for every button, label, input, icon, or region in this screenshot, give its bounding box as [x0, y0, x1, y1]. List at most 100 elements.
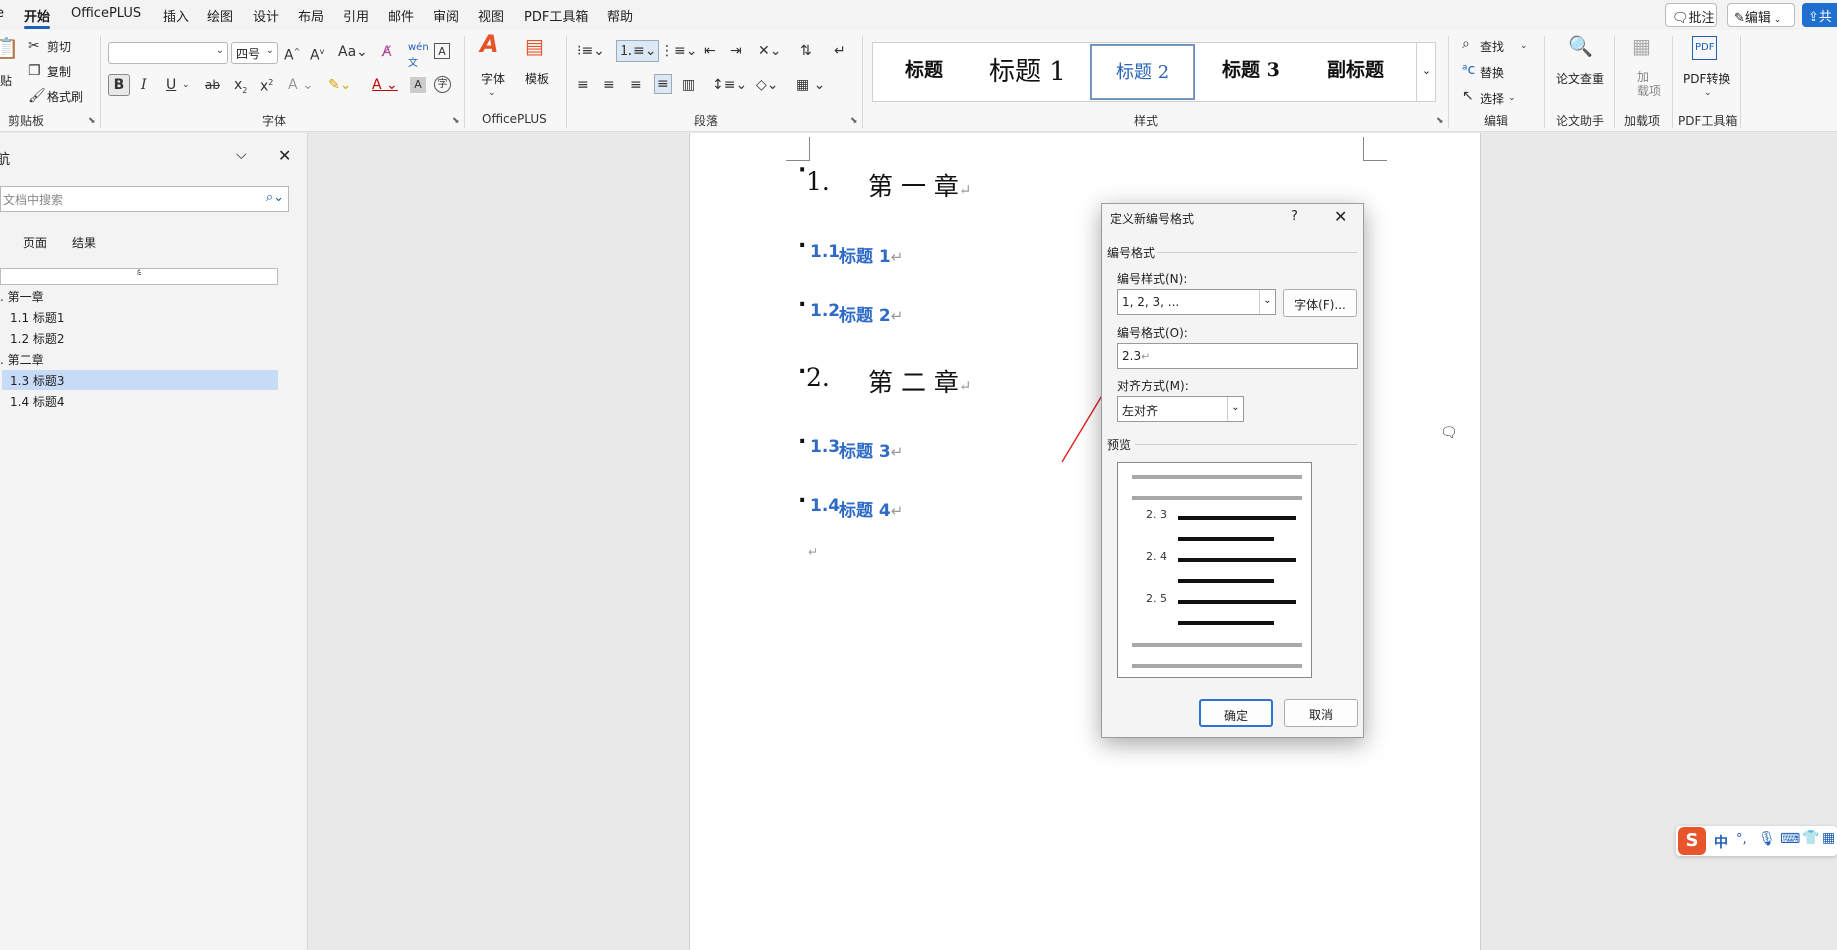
char-border-icon[interactable]: A — [434, 43, 450, 59]
align-right-icon[interactable]: ≡ — [630, 77, 642, 93]
keyboard-icon[interactable]: ⌨ — [1780, 831, 1800, 847]
dialog-launcher-icon[interactable]: ⬊ — [850, 116, 858, 126]
ime-language-toggle[interactable]: 中 — [1714, 832, 1728, 852]
tab-references[interactable]: 引用 — [343, 6, 369, 25]
multilevel-list-icon[interactable]: ⋮≡⌄ — [660, 43, 697, 59]
copy-icon[interactable]: ❐ — [28, 63, 41, 79]
cut-button[interactable]: 剪切 — [47, 38, 71, 55]
chevron-down-icon[interactable]: ⌄ — [488, 85, 496, 101]
heading-2-number[interactable]: 1.1 — [810, 242, 840, 262]
comments-button[interactable]: 🗨批注 — [1665, 3, 1717, 27]
addins-button[interactable]: 加 载项 — [1637, 70, 1661, 98]
subscript-icon[interactable]: x2 — [234, 77, 247, 99]
tab-review[interactable]: 审阅 — [433, 6, 459, 25]
pdf-icon[interactable]: PDF — [1692, 36, 1718, 60]
phonetic-guide-icon[interactable]: wén 文 — [408, 40, 429, 72]
char-shading-icon[interactable]: A — [410, 77, 426, 93]
italic-button[interactable]: I — [141, 77, 147, 93]
collapse-all-icon[interactable]: ⩯ — [0, 268, 278, 285]
distributed-icon[interactable]: ▥ — [682, 77, 695, 93]
nav-heading-item-selected[interactable]: 1.3 标题3 — [2, 370, 278, 390]
font-plus-icon[interactable]: A — [480, 32, 499, 56]
heading-2-text[interactable]: 标题 1↵ — [839, 242, 903, 267]
style-heading-2[interactable]: 标题 2 — [1089, 44, 1196, 100]
font-color-icon[interactable]: A ⌄ — [372, 77, 398, 93]
comment-anchor-icon[interactable]: 🗨 — [1440, 425, 1458, 441]
heading-1-text[interactable]: 第 一 章↵ — [868, 167, 971, 203]
shrink-font-icon[interactable]: Av — [310, 44, 324, 64]
nav-heading-item[interactable]: 1.1 标题1 — [10, 309, 65, 326]
cancel-button[interactable]: 取消 — [1284, 699, 1358, 727]
decrease-indent-icon[interactable]: ⇤ — [704, 43, 716, 59]
close-icon[interactable]: ✕ — [278, 146, 291, 165]
editing-mode-button[interactable]: ✎编辑 ⌄ — [1727, 3, 1795, 27]
heading-1-number[interactable]: 1. — [806, 167, 830, 196]
dialog-launcher-icon[interactable]: ⬊ — [452, 116, 460, 126]
format-painter-icon[interactable]: 🖌 — [28, 88, 46, 104]
template-button[interactable]: 模板 — [525, 70, 549, 87]
strikethrough-icon[interactable]: ab — [205, 77, 220, 93]
chevron-down-icon[interactable]: ⌄ — [1508, 90, 1516, 106]
tab-help[interactable]: 帮助 — [607, 6, 633, 25]
nav-heading-item[interactable]: 1.2 标题2 — [10, 330, 65, 347]
superscript-icon[interactable]: x2 — [260, 75, 273, 95]
bullets-icon[interactable]: ⁝≡⌄ — [577, 43, 605, 59]
tab-pages[interactable]: 页面 — [23, 234, 47, 251]
addins-icon[interactable]: ▦ — [1632, 36, 1651, 56]
alignment-select[interactable]: 左对齐 ⌄ — [1117, 396, 1244, 422]
align-center-icon[interactable]: ≡ — [603, 77, 615, 93]
tab-layout[interactable]: 布局 — [298, 6, 324, 25]
text-effects-icon[interactable]: A ⌄ — [288, 77, 314, 93]
tab-officeplus[interactable]: OfficePLUS — [71, 6, 141, 21]
borders-icon[interactable]: ▦ ⌄ — [796, 77, 825, 93]
empty-paragraph-mark[interactable]: ↵ — [808, 545, 818, 559]
heading-1-number[interactable]: 2. — [806, 363, 830, 392]
font-name-combo[interactable]: ⌄ — [108, 42, 228, 64]
style-title[interactable]: 标题 — [905, 55, 943, 82]
scissors-icon[interactable]: ✂ — [28, 38, 40, 54]
find-button[interactable]: 查找 — [1480, 38, 1504, 55]
replace-icon[interactable]: ᵃc — [1462, 62, 1475, 78]
tab-design[interactable]: 设计 — [253, 6, 279, 25]
dialog-launcher-icon[interactable]: ⬊ — [1436, 116, 1444, 126]
chevron-down-icon[interactable]: ⌄ — [1520, 38, 1528, 54]
skin-shirt-icon[interactable]: 👕 — [1802, 830, 1819, 846]
justify-icon[interactable]: ≡ — [654, 74, 672, 94]
highlighter-icon[interactable]: ✎⌄ — [328, 77, 351, 93]
enclose-char-icon[interactable]: 字 — [434, 76, 451, 93]
grow-font-icon[interactable]: A^ — [284, 44, 300, 64]
style-heading-1[interactable]: 标题 1 — [989, 51, 1066, 88]
heading-2-text[interactable]: 标题 3↵ — [839, 437, 903, 462]
nav-heading-item[interactable]: 1.4 标题4 — [10, 393, 65, 410]
format-painter-button[interactable]: 格式刷 — [47, 88, 83, 105]
numbering-icon[interactable]: ⒈≡⌄ — [616, 40, 660, 62]
menu-grid-icon[interactable]: ▦ — [1822, 830, 1835, 846]
search-icon[interactable]: ⌕⌄ — [266, 190, 284, 205]
heading-2-text[interactable]: 标题 4↵ — [839, 496, 903, 521]
chevron-down-icon[interactable]: ⌄ — [182, 77, 190, 93]
search-icon[interactable]: ⌕ — [1462, 36, 1470, 52]
paste-icon[interactable]: 📋 — [0, 38, 19, 58]
styles-more-button[interactable]: ⌄ — [1416, 42, 1436, 102]
tab-view[interactable]: 视图 — [478, 6, 504, 25]
template-icon[interactable]: ▤ — [525, 36, 544, 56]
tab-pdf-toolbox[interactable]: PDF工具箱 — [524, 6, 588, 25]
tab-insert[interactable]: 插入 — [163, 6, 189, 25]
line-spacing-icon[interactable]: ↕≡⌄ — [712, 77, 747, 93]
style-subtitle[interactable]: 副标题 — [1327, 55, 1384, 82]
close-icon[interactable]: ✕ — [1334, 207, 1347, 226]
tab-home[interactable]: 开始 — [24, 6, 51, 29]
tab-mailings[interactable]: 邮件 — [388, 6, 414, 25]
select-cursor-icon[interactable]: ↖ — [1462, 88, 1474, 104]
dialog-launcher-icon[interactable]: ⬊ — [88, 116, 96, 126]
heading-2-number[interactable]: 1.3 — [810, 437, 840, 457]
replace-button[interactable]: 替换 — [1480, 64, 1504, 81]
share-button[interactable]: ⇪共 — [1802, 3, 1837, 27]
bold-button[interactable]: B — [108, 74, 130, 96]
align-left-icon[interactable]: ≡ — [577, 77, 589, 93]
nav-search-input[interactable]: 文档中搜索 ⌕⌄ — [0, 186, 289, 212]
chevron-down-icon[interactable]: ⌄ — [1704, 85, 1712, 101]
sogou-logo-icon[interactable]: S — [1678, 827, 1706, 855]
asian-layout-icon[interactable]: ✕⌄ — [758, 43, 781, 59]
microphone-icon[interactable]: 🎙 — [1758, 831, 1776, 847]
